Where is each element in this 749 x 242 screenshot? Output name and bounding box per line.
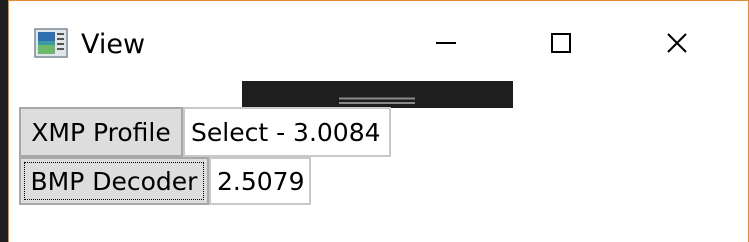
maximize-icon — [550, 32, 572, 59]
close-button[interactable] — [642, 23, 712, 67]
xmp-profile-value: Select - 3.0084 — [183, 107, 391, 157]
toolbar-strip[interactable] — [242, 81, 513, 108]
bmp-decoder-value: 2.5079 — [209, 157, 311, 205]
app-window: View XMP Profile Select - 3.0084 BMP Dec… — [8, 0, 749, 242]
minimize-button[interactable] — [411, 23, 481, 67]
minimize-icon — [435, 32, 457, 59]
window-title: View — [81, 29, 146, 60]
xmp-profile-button[interactable]: XMP Profile — [19, 107, 183, 157]
maximize-button[interactable] — [526, 23, 596, 67]
drag-grip-icon[interactable] — [339, 92, 415, 104]
xmp-profile-label: XMP Profile — [31, 117, 171, 147]
close-icon — [666, 32, 688, 59]
picture-viewer-icon — [34, 28, 68, 58]
bmp-decoder-value-text: 2.5079 — [217, 166, 305, 196]
bmp-decoder-button[interactable]: BMP Decoder — [19, 157, 209, 205]
title-bar[interactable]: View — [9, 1, 748, 77]
focus-ring — [24, 162, 204, 200]
xmp-profile-value-text: Select - 3.0084 — [191, 117, 381, 147]
